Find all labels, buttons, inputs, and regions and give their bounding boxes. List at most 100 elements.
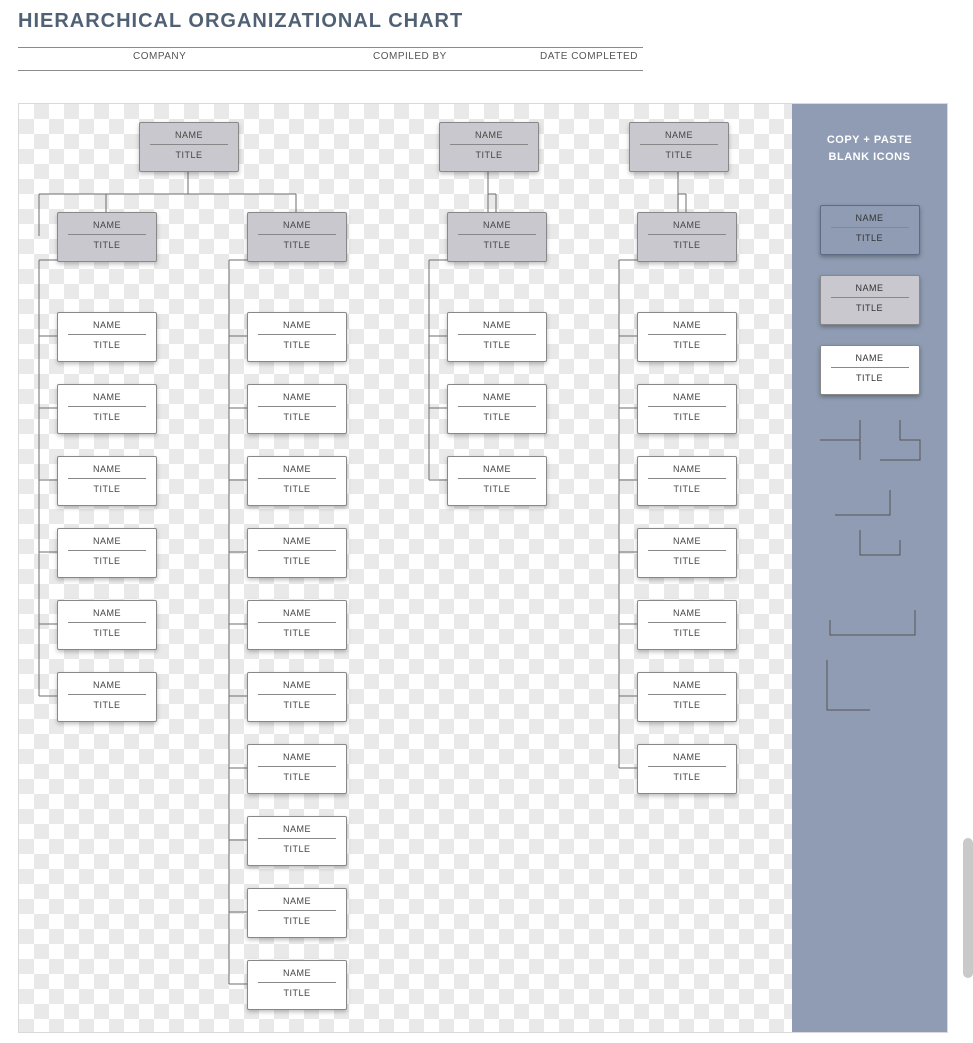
box-title: TITLE <box>638 623 736 638</box>
org-child-col4-5[interactable]: NAMETITLE <box>637 672 737 722</box>
connector-icon-2[interactable] <box>815 485 925 585</box>
org-child-col3-0[interactable]: NAMETITLE <box>447 312 547 362</box>
org-child-col2-9[interactable]: NAME TITLE <box>247 960 347 1010</box>
box-title: TITLE <box>248 695 346 710</box>
box-title: TITLE <box>58 551 156 566</box>
box-name: NAME <box>248 817 346 834</box>
box-title: TITLE <box>58 479 156 494</box>
org-child-col3-1[interactable]: NAMETITLE <box>447 384 547 434</box>
box-title: TITLE <box>440 145 538 160</box>
box-title: TITLE <box>638 551 736 566</box>
box-name: NAME <box>821 346 919 363</box>
box-name: NAME <box>638 457 736 474</box>
box-title: TITLE <box>248 983 346 998</box>
box-name: NAME <box>248 213 346 230</box>
box-title: TITLE <box>638 767 736 782</box>
box-title: TITLE <box>638 479 736 494</box>
org-child-col1-3[interactable]: NAME TITLE <box>57 528 157 578</box>
org-child-col2-2[interactable]: NAMETITLE <box>247 456 347 506</box>
box-name: NAME <box>448 457 546 474</box>
box-name: NAME <box>58 529 156 546</box>
box-name: NAME <box>248 313 346 330</box>
box-name: NAME <box>248 961 346 978</box>
meta-date-completed-label: DATE COMPLETED <box>540 51 638 62</box>
org-child-col3-2[interactable]: NAMETITLE <box>447 456 547 506</box>
box-name: NAME <box>248 889 346 906</box>
org-child-col4-0[interactable]: NAMETITLE <box>637 312 737 362</box>
box-title: TITLE <box>448 235 546 250</box>
box-name: NAME <box>448 313 546 330</box>
box-title: TITLE <box>821 228 919 243</box>
box-name: NAME <box>58 673 156 690</box>
org-child-col2-3[interactable]: NAMETITLE <box>247 528 347 578</box>
sidebar-title: COPY + PASTEBLANK ICONS <box>792 104 947 165</box>
org-top-col3[interactable]: NAME TITLE <box>439 122 539 172</box>
box-title: TITLE <box>58 695 156 710</box>
box-title: TITLE <box>448 407 546 422</box>
org-child-col2-8[interactable]: NAME TITLE <box>247 888 347 938</box>
box-title: TITLE <box>58 407 156 422</box>
box-name: NAME <box>140 123 238 140</box>
org-child-col2-5[interactable]: NAME TITLE <box>247 672 347 722</box>
org-child-col4-3[interactable]: NAME TITLE <box>637 528 737 578</box>
box-title: TITLE <box>638 235 736 250</box>
box-title: TITLE <box>638 407 736 422</box>
org-child-col1-4[interactable]: NAME TITLE <box>57 600 157 650</box>
box-name: NAME <box>638 385 736 402</box>
box-name: NAME <box>638 745 736 762</box>
org-child-col1-5[interactable]: NAME TITLE <box>57 672 157 722</box>
org-second-col3[interactable]: NAME TITLE <box>447 212 547 262</box>
meta-compiled-by-label: COMPILED BY <box>373 51 447 62</box>
org-second-col4[interactable]: NAMETITLE <box>637 212 737 262</box>
box-title: TITLE <box>248 767 346 782</box>
box-name: NAME <box>638 313 736 330</box>
org-chart[interactable]: NAME TITLE NAME TITLE NAME TITLE NAME TITLE NAME… <box>19 104 794 1032</box>
org-child-col4-1[interactable]: NAME TITLE <box>637 384 737 434</box>
box-name: NAME <box>440 123 538 140</box>
box-name: NAME <box>248 529 346 546</box>
box-title: TITLE <box>821 368 919 383</box>
box-name: NAME <box>448 213 546 230</box>
box-title: TITLE <box>248 235 346 250</box>
blank-box-blue[interactable]: NAME TITLE <box>820 205 920 255</box>
box-name: NAME <box>58 457 156 474</box>
box-name: NAME <box>248 601 346 618</box>
org-child-col2-7[interactable]: NAME TITLE <box>247 816 347 866</box>
box-title: TITLE <box>248 911 346 926</box>
org-child-col2-0[interactable]: NAMETITLE <box>247 312 347 362</box>
box-title: TITLE <box>140 145 238 160</box>
box-name: NAME <box>58 385 156 402</box>
box-name: NAME <box>821 206 919 223</box>
blank-box-dark[interactable]: NAME TITLE <box>820 275 920 325</box>
org-child-col1-1[interactable]: NAME TITLE <box>57 384 157 434</box>
org-second-col2[interactable]: NAME TITLE <box>247 212 347 262</box>
org-child-col1-0[interactable]: NAMETITLE <box>57 312 157 362</box>
scrollbar-thumb[interactable] <box>963 838 973 978</box>
box-name: NAME <box>58 601 156 618</box>
org-child-col2-1[interactable]: NAMETITLE <box>247 384 347 434</box>
connector-icon-1[interactable] <box>815 415 925 465</box>
box-title: TITLE <box>58 623 156 638</box>
box-name: NAME <box>248 457 346 474</box>
box-title: TITLE <box>821 298 919 313</box>
org-top-col1[interactable]: NAME TITLE <box>139 122 239 172</box>
box-name: NAME <box>248 745 346 762</box>
box-name: NAME <box>638 529 736 546</box>
org-top-col4[interactable]: NAMETITLE <box>629 122 729 172</box>
org-child-col1-2[interactable]: NAME TITLE <box>57 456 157 506</box>
org-second-col1[interactable]: NAMETITLE <box>57 212 157 262</box>
connector-icon-3[interactable] <box>815 605 925 715</box>
org-child-col4-4[interactable]: NAMETITLE <box>637 600 737 650</box>
org-child-col2-4[interactable]: NAMETITLE <box>247 600 347 650</box>
meta-bar: COMPANY COMPILED BY DATE COMPLETED <box>18 47 643 71</box>
blank-box-white[interactable]: NAME TITLE <box>820 345 920 395</box>
box-title: TITLE <box>58 335 156 350</box>
box-name: NAME <box>58 213 156 230</box>
box-title: TITLE <box>248 839 346 854</box>
box-title: TITLE <box>630 145 728 160</box>
box-title: TITLE <box>248 407 346 422</box>
org-child-col4-2[interactable]: NAME TITLE <box>637 456 737 506</box>
box-name: NAME <box>248 673 346 690</box>
org-child-col4-6[interactable]: NAME TITLE <box>637 744 737 794</box>
org-child-col2-6[interactable]: NAME TITLE <box>247 744 347 794</box>
